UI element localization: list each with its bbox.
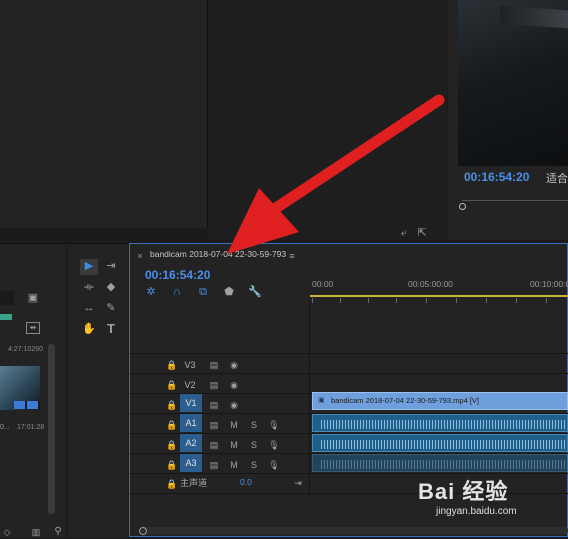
voiceover-mic-icon[interactable]: 🎙 bbox=[268, 418, 280, 432]
mute-button[interactable]: M bbox=[228, 418, 240, 432]
project-panel: ▣ ⇹ 4:27:10260 0... 17:01:28 ◇ ▥ ⚲ bbox=[0, 243, 66, 538]
sequence-icon: ⇹ bbox=[26, 322, 40, 334]
snap-icon[interactable]: ∩ bbox=[170, 285, 184, 299]
track-label-v3[interactable]: V3 bbox=[180, 356, 200, 374]
razor-tool-icon[interactable]: ◆ bbox=[102, 280, 120, 294]
waveform bbox=[321, 440, 567, 449]
selection-tool-icon[interactable]: ▶ bbox=[80, 259, 98, 275]
voiceover-mic-icon[interactable]: 🎙 bbox=[268, 438, 280, 452]
audio-clip-a3[interactable] bbox=[312, 454, 568, 472]
nest-icon[interactable]: ✲ bbox=[144, 285, 158, 299]
waveform bbox=[321, 420, 567, 429]
track-separator bbox=[130, 353, 568, 354]
ruler-tick bbox=[426, 298, 427, 303]
hand-tool-icon[interactable]: ✋ bbox=[80, 322, 98, 336]
master-volume-value[interactable]: 0.0 bbox=[240, 477, 252, 487]
track-label-a3[interactable]: A3 bbox=[180, 454, 202, 472]
ruler-tick bbox=[456, 298, 457, 303]
sync-lock-icon[interactable]: ▤ bbox=[208, 438, 220, 452]
baidu-url: jingyan.baidu.com bbox=[436, 506, 517, 517]
ruler-tick bbox=[546, 298, 547, 303]
close-tab-icon[interactable]: × bbox=[135, 249, 145, 263]
sync-lock-icon[interactable]: ▤ bbox=[208, 398, 220, 412]
video-clip[interactable]: ▣ bandicam 2018-07-04 22-30-59-793.mp4 [… bbox=[312, 392, 568, 410]
master-track-label: 主声道 bbox=[180, 478, 208, 488]
track-label-v2[interactable]: V2 bbox=[180, 376, 200, 394]
waveform bbox=[321, 460, 567, 469]
lock-icon[interactable]: 🔒 bbox=[166, 477, 177, 491]
slip-tool-icon[interactable]: ↔ bbox=[80, 301, 98, 315]
lock-icon[interactable]: 🔒 bbox=[166, 358, 177, 372]
lock-icon[interactable]: 🔒 bbox=[166, 438, 177, 452]
track-area-divider bbox=[309, 298, 310, 498]
ruler-label-1: 00:05:00:00 bbox=[408, 279, 453, 289]
sync-lock-icon[interactable]: ▤ bbox=[208, 458, 220, 472]
video-clip-label: bandicam 2018-07-04 22-30-59-793.mp4 [V] bbox=[331, 396, 480, 405]
eye-icon[interactable]: ◉ bbox=[228, 358, 240, 372]
pen-tool-icon[interactable]: ✎ bbox=[102, 301, 120, 315]
eye-icon[interactable]: ◉ bbox=[228, 398, 240, 412]
red-arrow-annotation bbox=[227, 94, 445, 254]
program-fit-dropdown[interactable]: 适合 bbox=[546, 170, 568, 186]
track-select-tool-icon[interactable]: ⇥ bbox=[102, 259, 120, 273]
voiceover-mic-icon[interactable]: 🎙 bbox=[268, 458, 280, 472]
ruler-tick bbox=[396, 298, 397, 303]
tools-panel: ▶ ⇥ ⟛ ◆ ↔ ✎ ✋ T bbox=[68, 243, 128, 538]
track-label-v1[interactable]: V1 bbox=[180, 394, 202, 412]
program-timecode[interactable]: 00:16:54:20 bbox=[464, 170, 529, 184]
audio-clip-a1[interactable] bbox=[312, 414, 568, 432]
ruler-tick bbox=[368, 298, 369, 303]
sync-lock-icon[interactable]: ▤ bbox=[208, 358, 220, 372]
mute-button[interactable]: M bbox=[228, 458, 240, 472]
lock-icon[interactable]: 🔒 bbox=[166, 378, 177, 392]
ruler-label-2: 00:10:00:0 bbox=[530, 279, 568, 289]
sync-lock-icon[interactable]: ▤ bbox=[208, 418, 220, 432]
project-search-field[interactable] bbox=[0, 291, 14, 305]
solo-button[interactable]: S bbox=[248, 458, 260, 472]
track-label-a1[interactable]: A1 bbox=[180, 414, 202, 432]
arrow-shaft bbox=[267, 94, 445, 216]
zoom-handle-left[interactable] bbox=[139, 527, 147, 535]
clip-duration-1: 4:27:10260 bbox=[8, 346, 44, 353]
work-area-bar[interactable] bbox=[310, 295, 568, 297]
add-marker-icon[interactable]: ⬟ bbox=[222, 285, 236, 299]
timeline-timecode[interactable]: 00:16:54:20 bbox=[145, 268, 210, 282]
solo-button[interactable]: S bbox=[248, 418, 260, 432]
program-playhead[interactable] bbox=[459, 203, 466, 210]
go-to-out-icon[interactable]: ⇥ bbox=[292, 476, 304, 490]
program-scrub-bar[interactable] bbox=[462, 200, 568, 201]
ruler-tick bbox=[486, 298, 487, 303]
timeline-settings-icon[interactable]: 🔧 bbox=[248, 285, 262, 299]
eye-icon[interactable]: ◉ bbox=[228, 378, 240, 392]
type-tool-icon[interactable]: T bbox=[102, 322, 120, 336]
baidu-watermark: Bai 经验 jingyan.baidu.com bbox=[418, 474, 568, 530]
ruler-tick bbox=[340, 298, 341, 303]
baidu-logo-text: Bai 经验 bbox=[418, 479, 509, 504]
project-scrollbar[interactable] bbox=[48, 344, 55, 514]
track-label-a2[interactable]: A2 bbox=[180, 434, 202, 452]
clip-badges bbox=[14, 401, 40, 409]
mute-button[interactable]: M bbox=[228, 438, 240, 452]
ruler-label-0: 00:00 bbox=[312, 279, 334, 289]
new-bin-icon[interactable]: ▣ bbox=[26, 291, 40, 305]
clip-duration-2: 17:01:28 bbox=[17, 424, 45, 431]
solo-button[interactable]: S bbox=[248, 438, 260, 452]
clip-fx-icon: ▣ bbox=[318, 397, 325, 404]
lock-icon[interactable]: 🔒 bbox=[166, 398, 177, 412]
lock-icon[interactable]: 🔒 bbox=[166, 418, 177, 432]
audio-clip-a2[interactable] bbox=[312, 434, 568, 452]
ripple-edit-tool-icon[interactable]: ⟛ bbox=[80, 280, 98, 294]
clip-name[interactable]: 0... bbox=[0, 424, 10, 431]
linked-selection-icon[interactable]: ⧉ bbox=[196, 285, 210, 299]
source-monitor-panel bbox=[0, 0, 208, 228]
ruler-tick bbox=[312, 298, 313, 303]
sync-lock-icon[interactable]: ▤ bbox=[208, 378, 220, 392]
clip-thumb-top[interactable] bbox=[0, 314, 12, 320]
ruler-tick bbox=[516, 298, 517, 303]
lock-icon[interactable]: 🔒 bbox=[166, 458, 177, 472]
